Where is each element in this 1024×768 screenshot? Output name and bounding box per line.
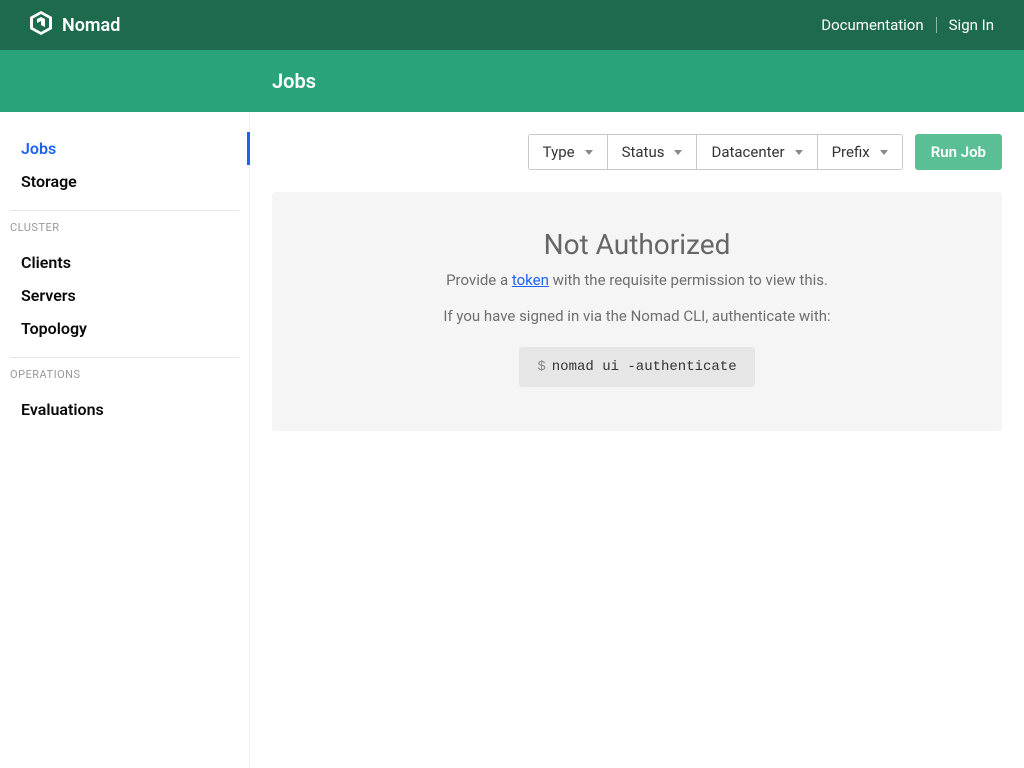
sidebar-item-label: Jobs (21, 139, 56, 158)
sidebar-item-label: Storage (21, 172, 77, 191)
filter-prefix[interactable]: Prefix (818, 135, 902, 169)
documentation-link[interactable]: Documentation (821, 16, 923, 34)
filter-type[interactable]: Type (529, 135, 608, 169)
error-title: Not Authorized (292, 228, 982, 261)
main: Type Status Datacenter Prefix Run Job (250, 112, 1024, 768)
sidebar-item-jobs[interactable]: Jobs (10, 132, 239, 165)
sidebar-item-label: Topology (21, 319, 87, 338)
sidebar-item-label: Servers (21, 286, 76, 305)
filter-group: Type Status Datacenter Prefix (528, 134, 903, 170)
page-title: Jobs (272, 69, 316, 93)
chevron-down-icon (674, 150, 682, 155)
filter-label: Datacenter (711, 143, 784, 161)
brand[interactable]: Nomad (30, 11, 120, 39)
run-job-button[interactable]: Run Job (915, 134, 1002, 170)
nomad-logo-icon (30, 11, 52, 39)
sidebar-item-evaluations[interactable]: Evaluations (10, 393, 239, 426)
toolbar: Type Status Datacenter Prefix Run Job (272, 134, 1002, 170)
filter-label: Prefix (832, 143, 870, 161)
error-suffix: with the requisite permission to view th… (549, 271, 828, 289)
chevron-down-icon (880, 150, 888, 155)
token-link[interactable]: token (512, 271, 549, 289)
topbar-right: Documentation Sign In (821, 16, 994, 34)
sidebar-item-label: Clients (21, 253, 71, 272)
sidebar-item-servers[interactable]: Servers (10, 279, 239, 312)
cli-command: $ nomad ui -authenticate (519, 347, 754, 387)
cli-command-text: nomad ui -authenticate (552, 359, 737, 375)
error-cli-hint: If you have signed in via the Nomad CLI,… (292, 307, 982, 325)
filter-label: Type (543, 143, 575, 161)
topbar: Nomad Documentation Sign In (0, 0, 1024, 50)
sidebar-item-label: Evaluations (21, 400, 104, 419)
sidebar-section-operations: OPERATIONS (10, 357, 239, 389)
topbar-divider (936, 17, 937, 33)
sidebar: Jobs Storage CLUSTER Clients Servers Top… (0, 112, 250, 768)
error-provide-text: Provide a token with the requisite permi… (292, 271, 982, 289)
chevron-down-icon (585, 150, 593, 155)
error-prefix: Provide a (446, 271, 512, 289)
chevron-down-icon (795, 150, 803, 155)
signin-link[interactable]: Sign In (949, 16, 994, 34)
not-authorized-panel: Not Authorized Provide a token with the … (272, 192, 1002, 431)
sidebar-item-storage[interactable]: Storage (10, 165, 239, 198)
sidebar-item-topology[interactable]: Topology (10, 312, 239, 345)
brand-name: Nomad (62, 15, 120, 36)
content-area: Jobs Storage CLUSTER Clients Servers Top… (0, 112, 1024, 768)
sidebar-item-clients[interactable]: Clients (10, 246, 239, 279)
sidebar-section-cluster: CLUSTER (10, 210, 239, 242)
cli-prompt: $ (537, 359, 545, 375)
filter-label: Status (622, 143, 665, 161)
filter-status[interactable]: Status (608, 135, 698, 169)
filter-datacenter[interactable]: Datacenter (697, 135, 817, 169)
subheader: Jobs (0, 50, 1024, 112)
